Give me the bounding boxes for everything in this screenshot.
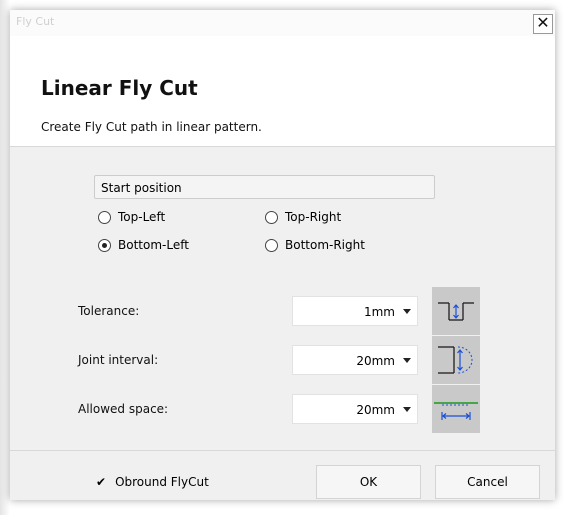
allowed-space-icon — [432, 385, 480, 433]
fly-cut-dialog: Fly Cut ✕ Linear Fly Cut Create Fly Cut … — [10, 10, 555, 500]
ok-button[interactable]: OK — [316, 465, 421, 499]
joint-interval-label: Joint interval: — [78, 353, 159, 367]
title-bar[interactable]: Fly Cut ✕ — [10, 10, 555, 36]
obround-flycut-label: Obround FlyCut — [115, 475, 209, 489]
close-button[interactable]: ✕ — [533, 14, 553, 34]
radio-circle[interactable] — [98, 210, 111, 224]
radio-top-right[interactable]: Top-Right — [265, 210, 341, 224]
radio-bottom-right[interactable]: Bottom-Right — [265, 238, 365, 252]
radio-label-top-right: Top-Right — [285, 210, 342, 224]
close-icon: ✕ — [536, 13, 550, 32]
tolerance-select[interactable]: 1mm — [292, 296, 418, 326]
footer-divider — [10, 450, 555, 451]
chevron-down-icon[interactable] — [403, 407, 411, 412]
joint-interval-icon — [432, 336, 480, 384]
radio-circle-selected[interactable] — [98, 238, 111, 252]
allowed-space-label: Allowed space: — [78, 402, 169, 416]
window-title: Fly Cut — [16, 15, 55, 28]
radio-bottom-left[interactable]: Bottom-Left — [98, 238, 189, 252]
radio-label-bottom-right: Bottom-Right — [285, 238, 365, 252]
radio-label-top-left: Top-Left — [118, 210, 166, 224]
radio-label-bottom-left: Bottom-Left — [118, 238, 189, 252]
cancel-button[interactable]: Cancel — [435, 465, 540, 499]
radio-circle[interactable] — [265, 238, 278, 252]
dialog-header: Linear Fly Cut Create Fly Cut path in li… — [10, 36, 555, 147]
allowed-space-select[interactable]: 20mm — [292, 394, 418, 424]
chevron-down-icon[interactable] — [403, 358, 411, 363]
joint-interval-value: 20mm — [356, 354, 395, 368]
page-title: Linear Fly Cut — [41, 76, 198, 100]
chevron-down-icon[interactable] — [403, 309, 411, 314]
obround-flycut-checkbox[interactable]: ✔ Obround FlyCut — [96, 475, 209, 489]
start-position-header: Start position — [94, 175, 435, 199]
tolerance-icon — [432, 287, 480, 335]
tolerance-value: 1mm — [363, 305, 395, 319]
page-description: Create Fly Cut path in linear pattern. — [41, 120, 262, 134]
radio-circle[interactable] — [265, 210, 278, 224]
checkmark-icon[interactable]: ✔ — [96, 475, 106, 489]
joint-interval-select[interactable]: 20mm — [292, 345, 418, 375]
radio-top-left[interactable]: Top-Left — [98, 210, 165, 224]
allowed-space-value: 20mm — [356, 403, 395, 417]
tolerance-label: Tolerance: — [78, 304, 140, 318]
